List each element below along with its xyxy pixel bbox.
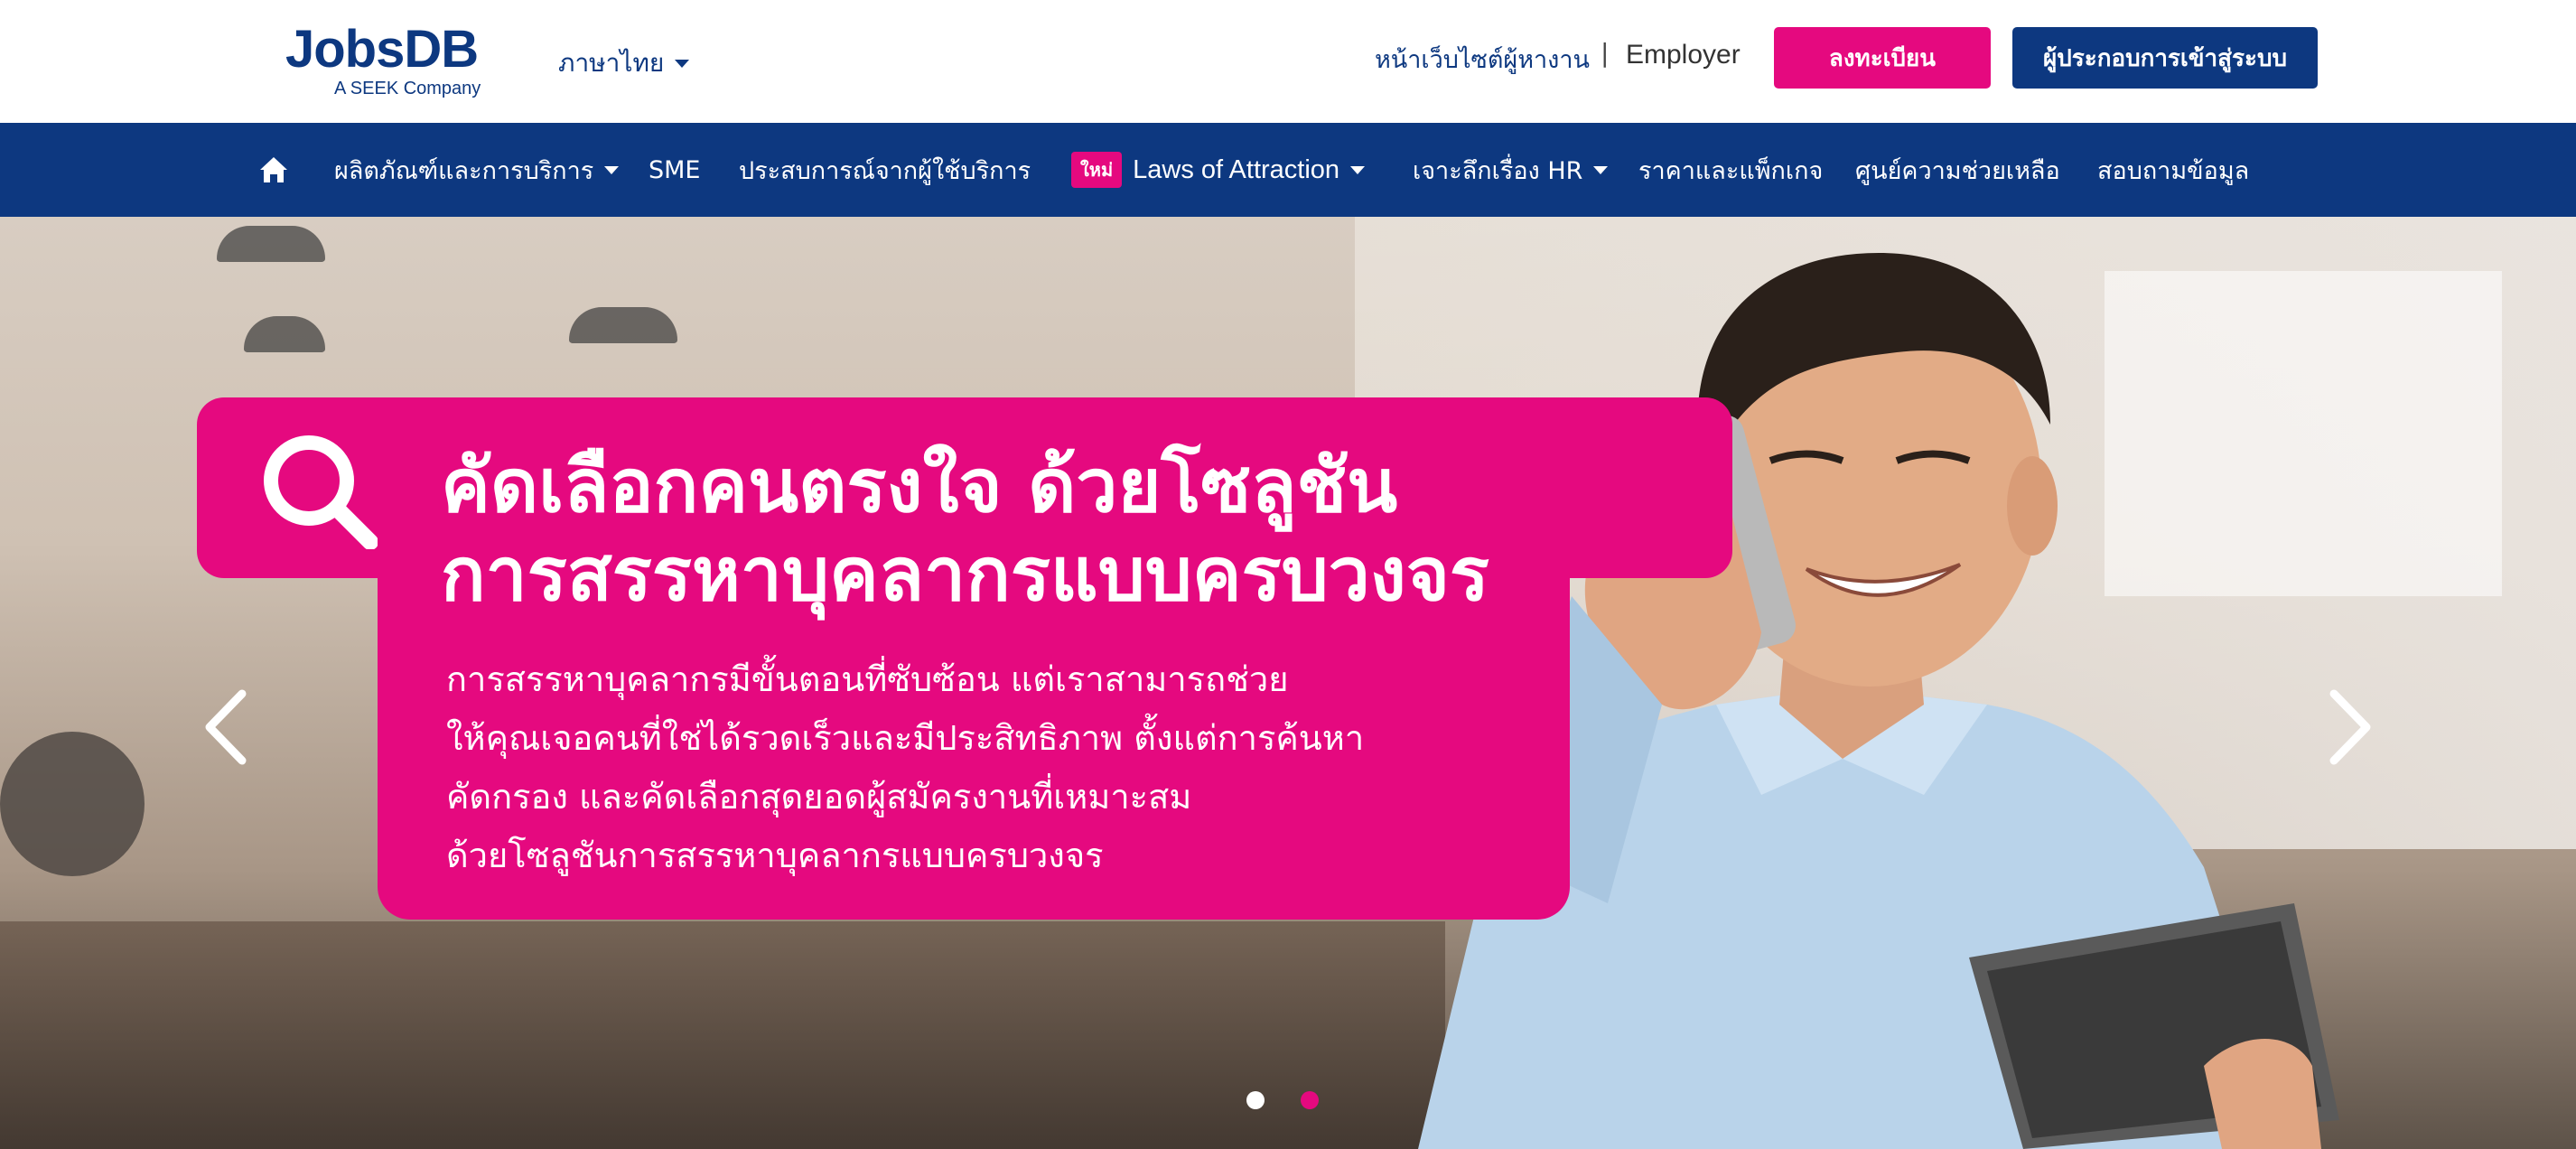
nav-item-label: เจาะลึกเรื่อง HR	[1413, 156, 1583, 185]
nav-item-laws-of-attraction[interactable]: ใหม่ Laws of Attraction	[1071, 123, 1366, 217]
language-label: ภาษาไทย	[558, 48, 665, 78]
nav-item-label: Laws of Attraction	[1133, 154, 1340, 184]
nav-item-label: ผลิตภัณฑ์และการบริการ	[334, 156, 594, 185]
body-line: การสรรหาบุคลากรมีขั้นตอนที่ซับซ้อน แต่เร…	[446, 659, 1289, 699]
carousel-dot-1[interactable]	[1246, 1091, 1265, 1109]
ceiling-lamp	[244, 316, 325, 352]
employer-label: Employer	[1626, 40, 1741, 70]
language-selector[interactable]: ภาษาไทย	[558, 43, 690, 83]
background-desks	[0, 921, 1445, 1149]
hero-headline: คัดเลือกคนตรงใจ ด้วยโซลูชัน การสรรหาบุคล…	[441, 443, 1489, 620]
hero-body-text: การสรรหาบุคลากรมีขั้นตอนที่ซับซ้อน แต่เร…	[446, 650, 1364, 885]
body-line: ให้คุณเจอคนที่ใช่ได้รวดเร็วและมีประสิทธิ…	[446, 718, 1365, 758]
carousel-dot-2-active[interactable]	[1301, 1091, 1319, 1109]
nav-item-testimonials[interactable]: ประสบการณ์จากผู้ใช้บริการ	[739, 123, 1031, 217]
hero-carousel: คัดเลือกคนตรงใจ ด้วยโซลูชัน การสรรหาบุคล…	[0, 217, 2576, 1149]
nav-item-label: ราคาและแพ็กเกจ	[1638, 156, 1824, 185]
body-line: ด้วยโซลูชันการสรรหาบุคลากรแบบครบวงจร	[446, 836, 1104, 875]
body-line: คัดกรอง และคัดเลือกสุดยอดผู้สมัครงานที่เ…	[446, 777, 1192, 817]
register-button[interactable]: ลงทะเบียน	[1774, 27, 1991, 89]
jobseeker-site-link[interactable]: หน้าเว็บไซต์ผู้หางาน	[1375, 40, 1590, 79]
nav-item-help-center[interactable]: ศูนย์ความช่วยเหลือ	[1855, 123, 2060, 217]
chevron-down-icon	[1350, 165, 1366, 174]
headline-line-1: คัดเลือกคนตรงใจ ด้วยโซลูชัน	[441, 444, 1398, 529]
logo-subtext: A SEEK Company	[334, 79, 481, 98]
nav-item-label: สอบถามข้อมูล	[2097, 156, 2250, 185]
logo-text: JobsDB	[285, 20, 479, 79]
employer-login-button[interactable]: ผู้ประกอบการเข้าสู่ระบบ	[2012, 27, 2318, 89]
jobsdb-logo[interactable]: JobsDB A SEEK Company	[285, 22, 481, 99]
carousel-next-arrow-icon[interactable]	[2323, 687, 2377, 768]
carousel-indicators	[1246, 1091, 1319, 1109]
nav-item-contact[interactable]: สอบถามข้อมูล	[2097, 123, 2249, 217]
nav-item-label: ประสบการณ์จากผู้ใช้บริการ	[739, 156, 1031, 185]
nav-item-pricing[interactable]: ราคาและแพ็กเกจ	[1638, 123, 1823, 217]
top-header: JobsDB A SEEK Company ภาษาไทย หน้าเว็บไซ…	[0, 0, 2576, 123]
ceiling-lamp	[217, 226, 325, 262]
headline-line-2: การสรรหาบุคลากรแบบครบวงจร	[441, 532, 1489, 618]
main-navigation: ผลิตภัณฑ์และการบริการ SME ประสบการณ์จากผ…	[0, 123, 2576, 217]
header-divider: |	[1601, 38, 1610, 68]
chevron-down-icon	[675, 59, 690, 68]
wall-clock	[0, 732, 145, 876]
nav-item-label: SME	[649, 155, 701, 184]
ceiling-lamp	[569, 307, 677, 343]
carousel-prev-arrow-icon[interactable]	[199, 687, 253, 768]
search-icon	[264, 435, 378, 549]
nav-item-sme[interactable]: SME	[649, 123, 701, 217]
chevron-down-icon	[1593, 165, 1609, 174]
chevron-down-icon	[604, 165, 620, 174]
new-badge: ใหม่	[1071, 152, 1123, 188]
home-icon[interactable]	[258, 155, 289, 184]
nav-item-products[interactable]: ผลิตภัณฑ์และการบริการ	[334, 123, 620, 217]
nav-item-label: ศูนย์ความช่วยเหลือ	[1855, 156, 2060, 185]
nav-item-hr-insights[interactable]: เจาะลึกเรื่อง HR	[1413, 123, 1609, 217]
